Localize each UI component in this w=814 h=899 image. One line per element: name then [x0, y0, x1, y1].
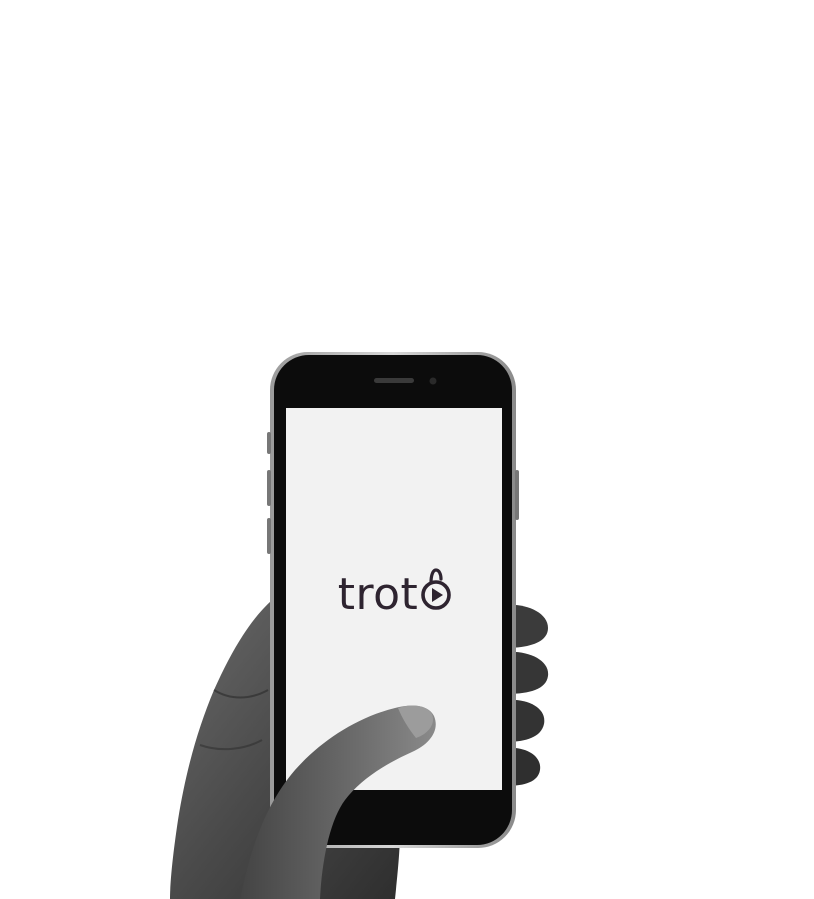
speaker-grille-icon [374, 378, 414, 383]
photo-stage: trot [0, 0, 814, 899]
brand-logo: trot [338, 565, 455, 617]
front-camera-icon [429, 377, 437, 385]
splash-screen: trot [286, 408, 502, 790]
brand-wordmark: trot [337, 569, 419, 620]
play-in-padlock-icon [418, 565, 454, 615]
